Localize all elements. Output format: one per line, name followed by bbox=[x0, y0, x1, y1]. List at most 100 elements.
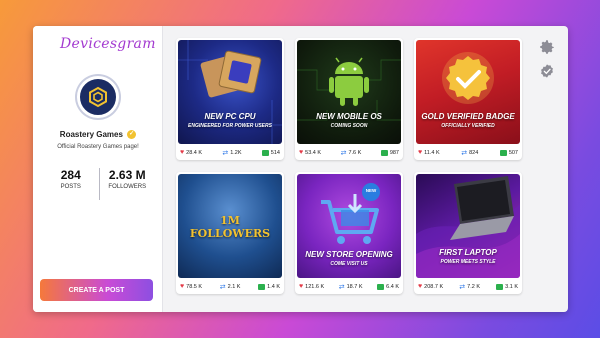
heart-icon: ♥ bbox=[299, 149, 304, 156]
post-thumbnail[interactable]: GOLD VERIFIED BADGE OFFICIALLY VERIFIED bbox=[416, 40, 520, 144]
shares-count: 7.2 K bbox=[467, 283, 480, 290]
likes[interactable]: ♥ 53.4 K bbox=[299, 149, 321, 156]
app-logo: Devicesgram bbox=[60, 36, 156, 52]
post-subtitle: POWER MEETS STYLE bbox=[440, 259, 496, 265]
profile-name-row: Roastery Games ✓ bbox=[33, 130, 163, 140]
posts-label: POSTS bbox=[60, 184, 81, 190]
heart-icon: ♥ bbox=[418, 283, 423, 290]
post-meta: ♥ 78.5 K ⇄ 2.1 K 1.4 K bbox=[180, 282, 280, 291]
post-thumbnail[interactable]: NEW NEW STORE OPENING COME VISIT US bbox=[297, 174, 401, 278]
comments[interactable]: 1.4 K bbox=[258, 283, 280, 290]
app-window: Devicesgram Roastery Games ✓ Official Ro… bbox=[33, 26, 568, 312]
post-thumbnail[interactable]: FIRST LAPTOP POWER MEETS STYLE bbox=[416, 174, 520, 278]
post-card[interactable]: FIRST LAPTOP POWER MEETS STYLE ♥ 208.7 K … bbox=[414, 172, 522, 294]
repost-icon: ⇄ bbox=[461, 149, 468, 157]
likes-count: 208.7 K bbox=[424, 283, 444, 290]
shares-count: 1.2K bbox=[230, 149, 242, 156]
roastery-logo-icon bbox=[89, 86, 107, 108]
comment-icon bbox=[261, 149, 269, 156]
likes[interactable]: ♥ 28.4 K bbox=[180, 149, 202, 156]
milestone-line1: 1M bbox=[220, 214, 240, 227]
likes[interactable]: ♥ 11.4 K bbox=[418, 149, 440, 156]
likes-count: 28.4 K bbox=[186, 149, 203, 156]
shares-count: 18.7 K bbox=[346, 283, 363, 290]
post-subtitle: COMING SOON bbox=[330, 123, 368, 129]
comments-count: 514 bbox=[270, 149, 280, 156]
comment-icon bbox=[258, 283, 266, 290]
profile-stats: 284 POSTS 2.63 M FOLLOWERS bbox=[43, 168, 155, 200]
comments-count: 6.4 K bbox=[386, 283, 399, 290]
post-meta: ♥ 208.7 K ⇄ 7.2 K 3.1 K bbox=[418, 282, 518, 291]
shares[interactable]: ⇄ 7.6 K bbox=[341, 149, 362, 157]
heart-icon: ♥ bbox=[418, 149, 423, 156]
post-title: NEW MOBILE OS bbox=[316, 112, 382, 121]
posts-stat[interactable]: 284 POSTS bbox=[43, 168, 99, 200]
posts-count: 284 bbox=[60, 168, 81, 182]
post-title: NEW STORE OPENING bbox=[305, 250, 393, 259]
likes-count: 121.6 K bbox=[305, 283, 325, 290]
post-meta: ♥ 121.6 K ⇄ 18.7 K 6.4 K bbox=[299, 282, 399, 291]
post-card[interactable]: NEW NEW STORE OPENING COME VISIT US ♥ 121… bbox=[295, 172, 403, 294]
repost-icon: ⇄ bbox=[338, 283, 345, 291]
comments[interactable]: 987 bbox=[380, 149, 399, 156]
avatar[interactable] bbox=[77, 76, 119, 118]
likes-count: 78.5 K bbox=[186, 283, 203, 290]
likes[interactable]: ♥ 78.5 K bbox=[180, 283, 202, 290]
post-title: GOLD VERIFIED BADGE bbox=[421, 112, 515, 121]
shares-count: 7.6 K bbox=[348, 149, 362, 156]
post-thumbnail[interactable]: 1M FOLLOWERS bbox=[178, 174, 282, 278]
comments-count: 507 bbox=[508, 149, 518, 156]
likes-count: 11.4 K bbox=[424, 149, 440, 156]
post-subtitle: ENGINEERED FOR POWER USERS bbox=[188, 123, 272, 129]
post-thumbnail[interactable]: NEW PC CPU ENGINEERED FOR POWER USERS bbox=[178, 40, 282, 144]
shares[interactable]: ⇄ 1.2K bbox=[222, 149, 241, 157]
post-card[interactable]: NEW MOBILE OS COMING SOON ♥ 53.4 K ⇄ 7.6 K… bbox=[295, 38, 403, 160]
shares[interactable]: ⇄ 824 bbox=[461, 149, 478, 157]
repost-icon: ⇄ bbox=[459, 283, 466, 291]
comment-icon bbox=[377, 283, 385, 290]
comments[interactable]: 507 bbox=[499, 149, 518, 156]
milestone-line2: FOLLOWERS bbox=[189, 227, 271, 240]
profile-bio: Official Roastery Games page! bbox=[57, 144, 139, 150]
comment-icon bbox=[496, 283, 504, 290]
profile-name: Roastery Games bbox=[59, 130, 123, 139]
post-thumbnail[interactable]: NEW MOBILE OS COMING SOON bbox=[297, 40, 401, 144]
create-post-button[interactable]: CREATE A POST bbox=[40, 279, 153, 301]
post-meta: ♥ 11.4 K ⇄ 824 507 bbox=[418, 148, 518, 157]
post-title: NEW PC CPU bbox=[204, 112, 256, 121]
shares-count: 824 bbox=[469, 149, 479, 156]
post-card[interactable]: NEW PC CPU ENGINEERED FOR POWER USERS ♥ 2… bbox=[176, 38, 284, 160]
comments[interactable]: 514 bbox=[261, 149, 280, 156]
heart-icon: ♥ bbox=[299, 283, 304, 290]
post-title: FIRST LAPTOP bbox=[439, 248, 497, 257]
verified-badge-icon[interactable] bbox=[539, 63, 555, 79]
profile-sidebar: Devicesgram Roastery Games ✓ Official Ro… bbox=[33, 26, 163, 312]
comment-icon bbox=[380, 149, 388, 156]
milestone-text: 1M FOLLOWERS bbox=[178, 214, 282, 240]
comments[interactable]: 3.1 K bbox=[496, 283, 518, 290]
gear-icon[interactable] bbox=[538, 38, 556, 56]
followers-label: FOLLOWERS bbox=[108, 184, 147, 190]
comments[interactable]: 6.4 K bbox=[377, 283, 399, 290]
likes[interactable]: ♥ 208.7 K bbox=[418, 283, 443, 290]
shares-count: 2.1 K bbox=[227, 283, 241, 290]
post-card[interactable]: GOLD VERIFIED BADGE OFFICIALLY VERIFIED … bbox=[414, 38, 522, 160]
post-card[interactable]: 1M FOLLOWERS ♥ 78.5 K ⇄ 2.1 K 1.4 K bbox=[176, 172, 284, 294]
repost-icon: ⇄ bbox=[340, 149, 347, 157]
new-badge: NEW bbox=[365, 188, 377, 193]
repost-icon: ⇄ bbox=[219, 283, 226, 291]
shares[interactable]: ⇄ 7.2 K bbox=[459, 283, 480, 291]
comments-count: 987 bbox=[389, 149, 399, 156]
likes-count: 53.4 K bbox=[305, 149, 322, 156]
comment-icon bbox=[499, 149, 507, 156]
comments-count: 1.4 K bbox=[267, 283, 280, 290]
shares[interactable]: ⇄ 2.1 K bbox=[220, 283, 241, 291]
post-subtitle: OFFICIALLY VERIFIED bbox=[441, 123, 495, 129]
verified-badge-icon: ✓ bbox=[127, 130, 137, 140]
likes[interactable]: ♥ 121.6 K bbox=[299, 283, 324, 290]
comments-count: 3.1 K bbox=[505, 283, 518, 290]
shares[interactable]: ⇄ 18.7 K bbox=[339, 283, 363, 291]
repost-icon: ⇄ bbox=[222, 149, 229, 157]
heart-icon: ♥ bbox=[180, 283, 185, 290]
followers-stat[interactable]: 2.63 M FOLLOWERS bbox=[98, 168, 156, 200]
